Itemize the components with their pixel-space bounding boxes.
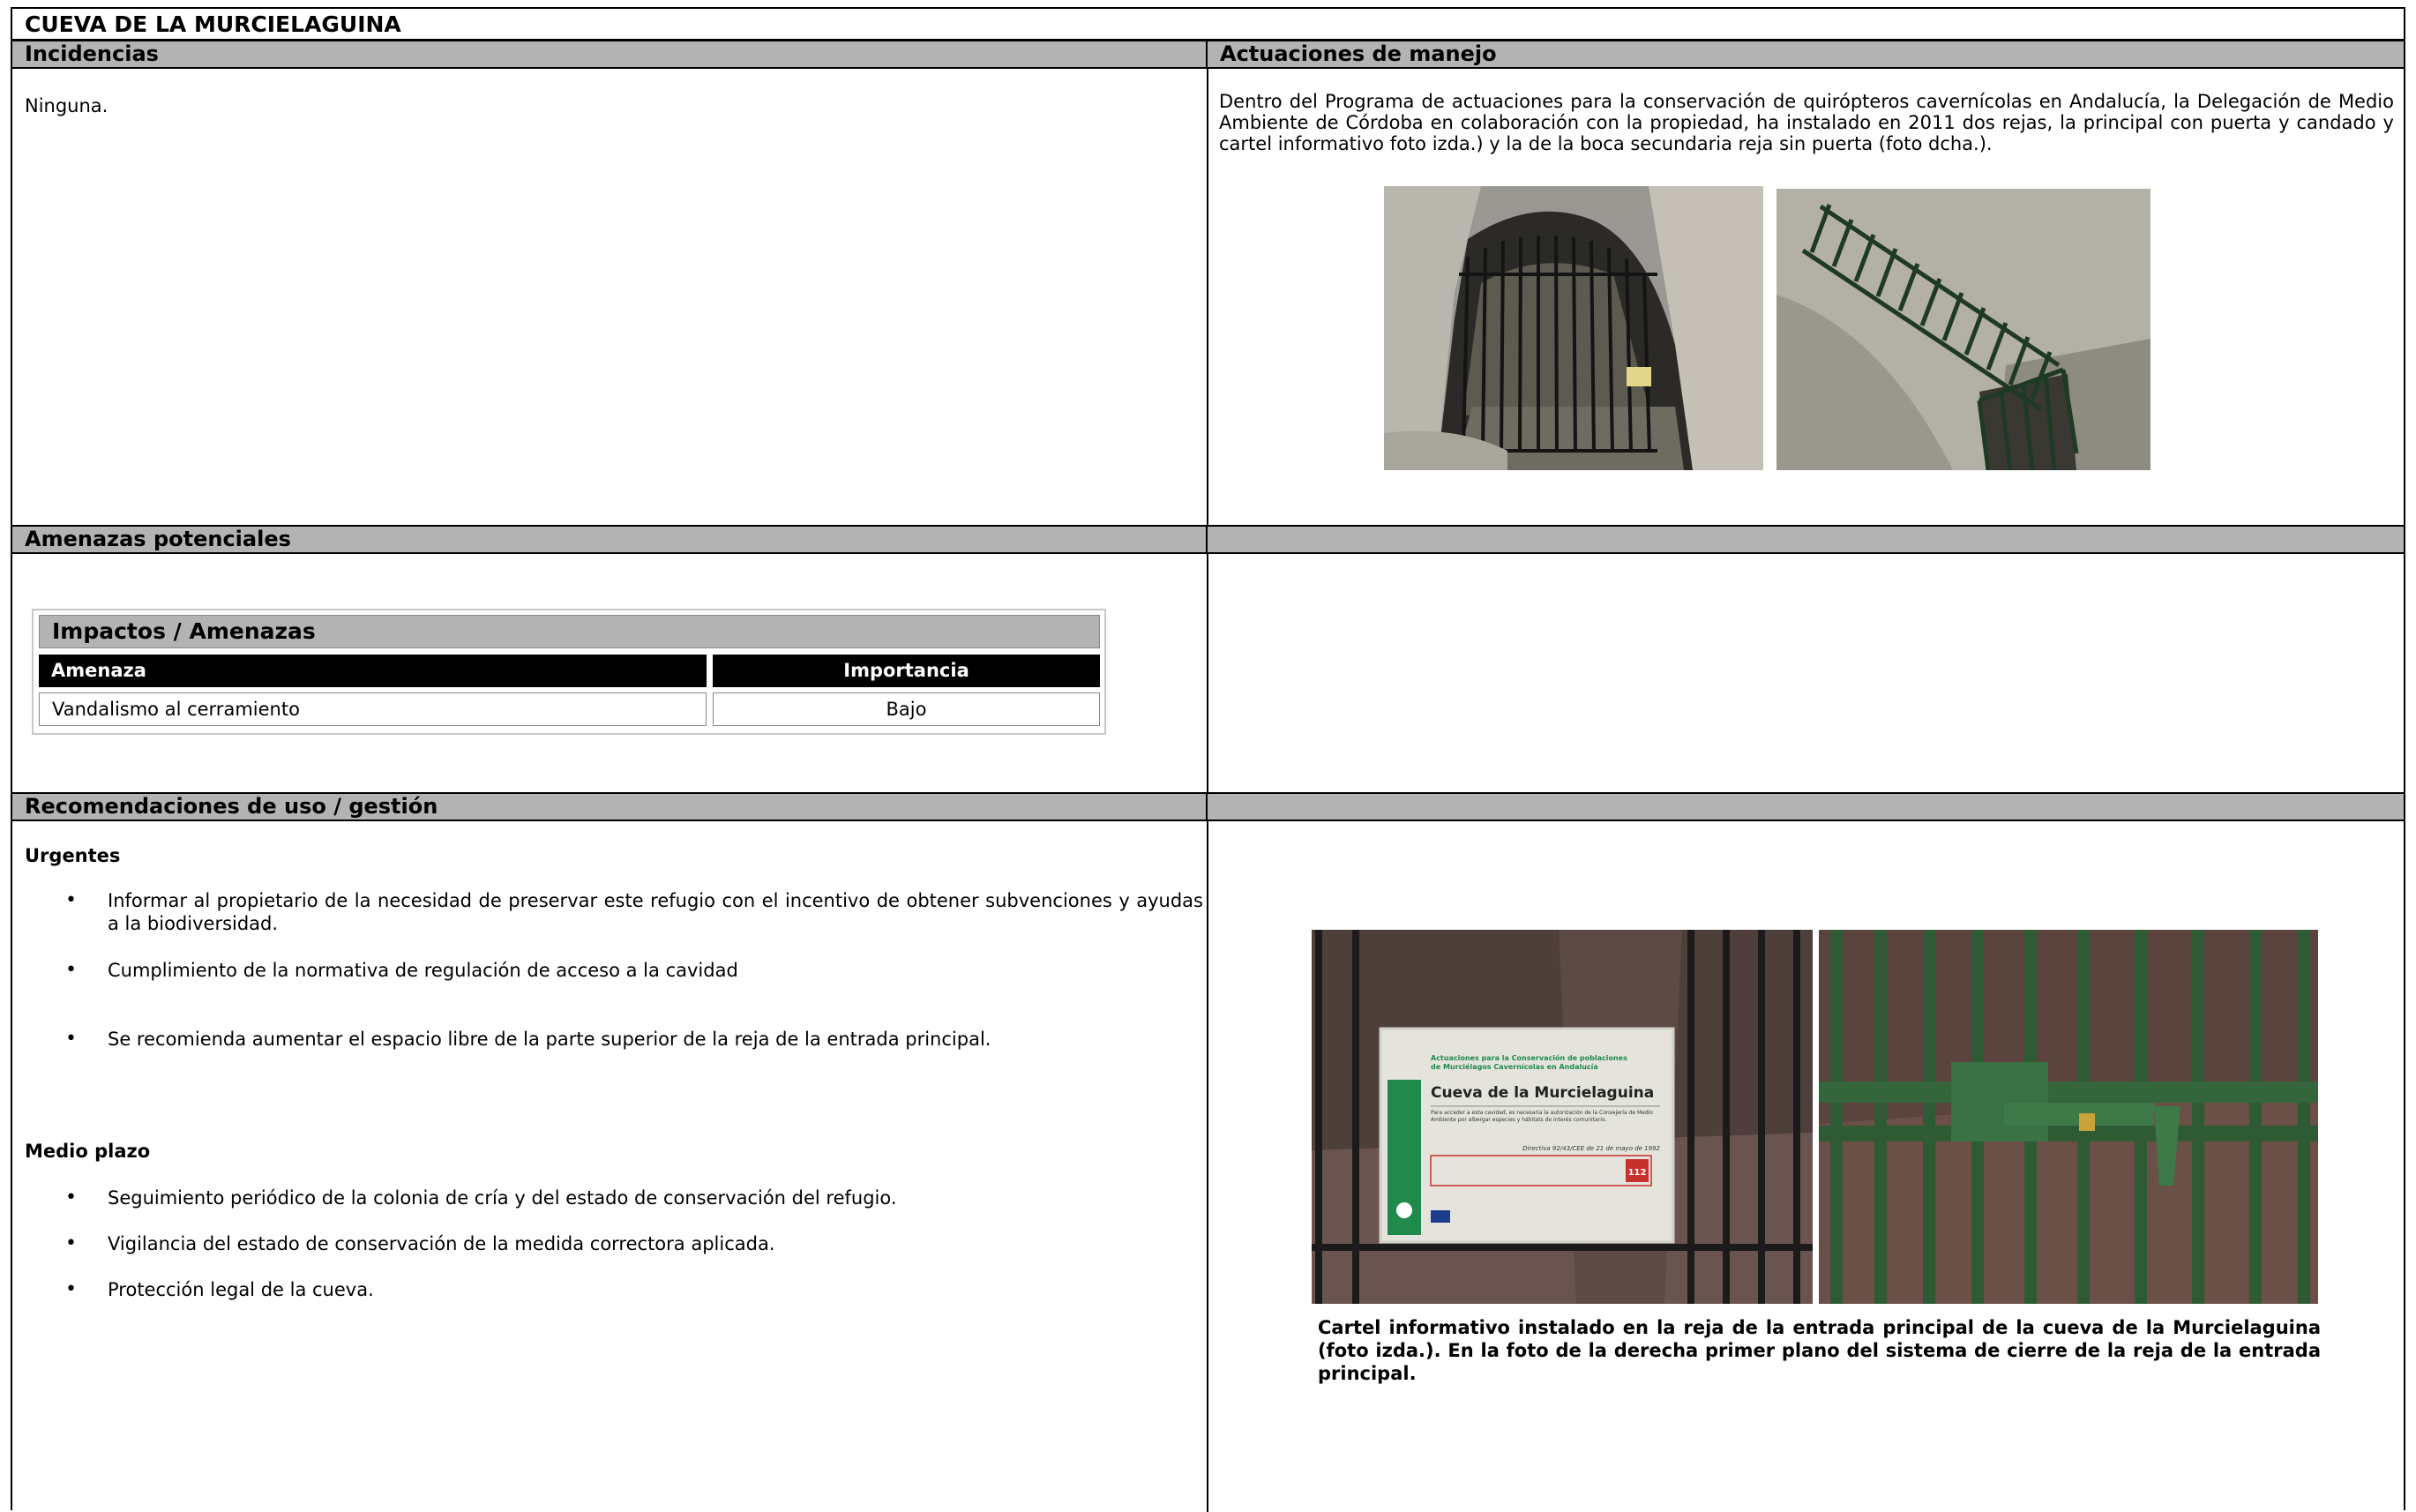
bullet-dot-icon: •	[65, 1028, 77, 1050]
photo-gate-lock	[1819, 930, 2318, 1304]
actuaciones-text: Dentro del Programa de actuaciones para …	[1219, 91, 2394, 154]
sign-cave-name: Cueva de la Murcielaguina	[1431, 1084, 1654, 1102]
list-item: • Seguimiento periódico de la colonia de…	[65, 1186, 897, 1209]
page-title: CUEVA DE LA MURCIELAGUINA	[12, 9, 2404, 41]
sign-header-line1: Actuaciones para la Conservación de pobl…	[1431, 1053, 1627, 1062]
list-item: • Cumplimiento de la normativa de regula…	[65, 959, 738, 981]
sign-directive: Directiva 92/43/CEE de 21 de mayo de 199…	[1522, 1145, 1660, 1152]
photo-information-sign: Actuaciones para la Conservación de pobl…	[1312, 930, 1813, 1304]
recomendaciones-heading: Recomendaciones de uso / gestión	[12, 792, 1208, 821]
column-divider	[1207, 41, 1208, 1512]
list-item: • Se recomienda aumentar el espacio libr…	[65, 1028, 991, 1050]
list-item: • Protección legal de la cueva.	[65, 1278, 374, 1300]
amenazas-right-band	[1208, 525, 2404, 554]
column-header-importancia: Importancia	[713, 655, 1100, 687]
photo-caption: Cartel informativo instalado en la reja …	[1318, 1317, 2321, 1384]
table-cell-importancia: Bajo	[713, 692, 1100, 726]
bullet-dot-icon: •	[65, 1232, 77, 1254]
incidencias-heading: Incidencias	[12, 40, 1208, 69]
bullet-dot-icon: •	[65, 1186, 77, 1209]
amenazas-heading: Amenazas potenciales	[12, 525, 1208, 554]
bullet-dot-icon: •	[65, 889, 77, 911]
sign-emergency-number: 112	[1628, 1168, 1647, 1178]
list-item: • Informar al propietario de la necesida…	[65, 889, 1203, 934]
sign-header-line2: de Murciélagos Cavernícolas en Andalucía	[1431, 1062, 1598, 1071]
column-header-amenaza: Amenaza	[39, 655, 707, 687]
sign-body-text: Para acceder a esta cavidad, es necesari…	[1431, 1110, 1653, 1123]
recomendaciones-right-band	[1208, 792, 2404, 821]
actuaciones-heading: Actuaciones de manejo	[1208, 40, 2404, 69]
urgentes-label: Urgentes	[25, 845, 121, 866]
bullet-dot-icon: •	[65, 1278, 77, 1300]
impactos-table-title: Impactos / Amenazas	[39, 615, 1100, 648]
incidencias-text: Ninguna.	[25, 95, 108, 116]
impactos-table: Impactos / Amenazas Amenaza Importancia …	[32, 609, 1106, 735]
photo-secondary-gate	[1776, 189, 2150, 470]
table-cell-amenaza: Vandalismo al cerramiento	[39, 692, 707, 726]
bullet-dot-icon: •	[65, 959, 77, 981]
document-page: CUEVA DE LA MURCIELAGUINA Incidencias Ac…	[11, 7, 2405, 1512]
medio-plazo-label: Medio plazo	[25, 1141, 151, 1162]
photo-main-entrance-gate	[1384, 186, 1763, 470]
list-item: • Vigilancia del estado de conservación …	[65, 1232, 775, 1254]
